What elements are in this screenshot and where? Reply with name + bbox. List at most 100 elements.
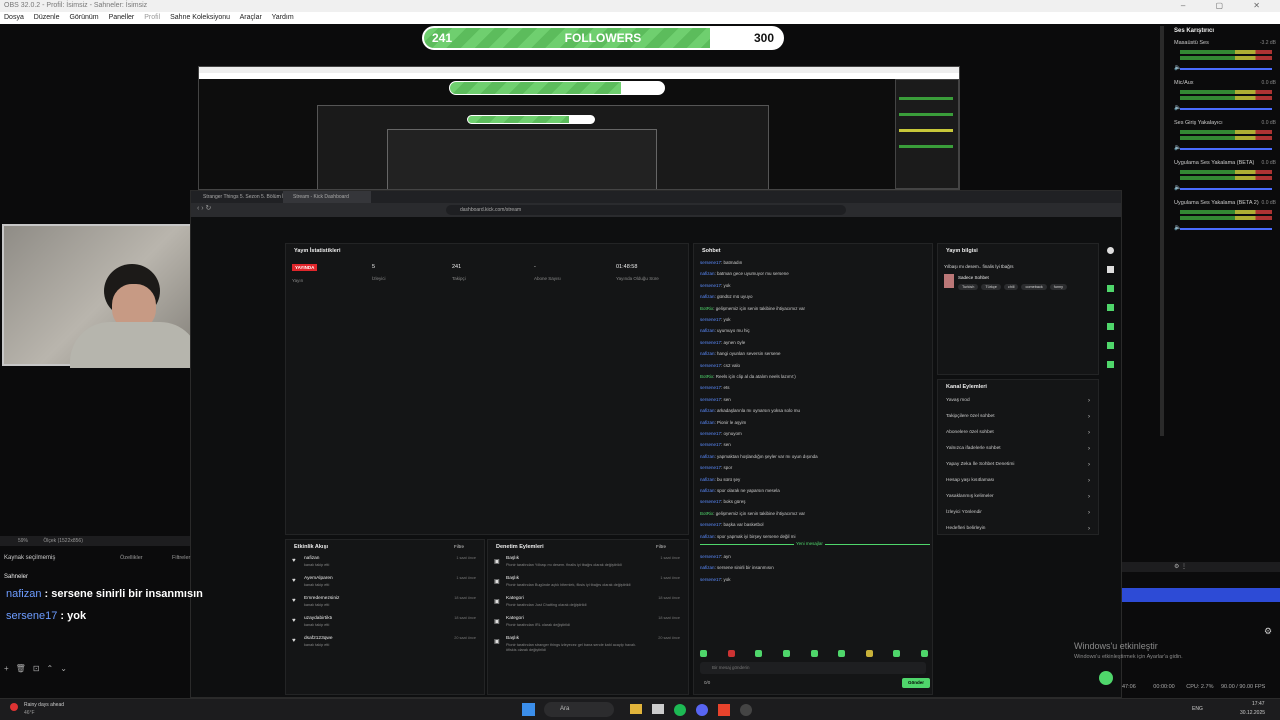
taskbar-search[interactable]: Ara xyxy=(544,702,614,717)
chat-username[interactable]: nafizan xyxy=(700,328,715,333)
chat-username[interactable]: sersene17 xyxy=(700,431,721,436)
rail-icon[interactable] xyxy=(1106,304,1114,311)
zoom-level[interactable]: 59% xyxy=(18,538,28,544)
rail-icon[interactable] xyxy=(1106,285,1114,292)
chat-username[interactable]: nafizan xyxy=(700,477,715,482)
rail-icon[interactable] xyxy=(1106,247,1114,254)
chat-username[interactable]: sersene17 xyxy=(700,283,721,288)
chat-username[interactable]: nafizan xyxy=(700,408,715,413)
channel-action-item[interactable]: İzleyici Yönlendir xyxy=(946,510,982,515)
chat-bubble-icon[interactable] xyxy=(1099,671,1113,685)
chat-username[interactable]: BotRix xyxy=(700,374,713,379)
chat-username[interactable]: sersene17 xyxy=(700,317,721,322)
chat-username[interactable]: nafizan xyxy=(700,454,715,459)
menu-help[interactable]: Yardım xyxy=(272,14,294,21)
menu-file[interactable]: Dosya xyxy=(4,14,24,21)
chat-username[interactable]: sersene17 xyxy=(700,577,721,582)
settings-gear-icon[interactable]: ⚙ xyxy=(1264,626,1272,637)
chat-username[interactable]: nafizan xyxy=(700,488,715,493)
dock-toolbar-icons[interactable]: ⚙ ⋮ xyxy=(1122,562,1280,572)
chat-username[interactable]: sersene17 xyxy=(700,499,721,504)
tag[interactable]: funny xyxy=(1049,284,1068,290)
chat-username[interactable]: nafizan xyxy=(700,565,715,570)
language-indicator[interactable]: ENG xyxy=(1192,706,1203,712)
menu-profile[interactable]: Profil xyxy=(144,14,160,21)
chevron-right-icon: › xyxy=(1088,462,1090,468)
url-input[interactable]: dashboard.kick.com/stream xyxy=(446,205,846,215)
channel-action-item[interactable]: Takipçilere özel sohbet xyxy=(946,414,995,419)
chevron-right-icon: › xyxy=(1088,446,1090,452)
tag[interactable]: comeback xyxy=(1021,284,1047,290)
chat-username[interactable]: nafizan xyxy=(700,534,715,539)
obs-icon[interactable] xyxy=(740,704,752,716)
volume-slider[interactable] xyxy=(1180,68,1272,70)
channel-action-item[interactable]: Hedefleri belirleyin xyxy=(946,526,985,531)
chat-username[interactable]: sersene17 xyxy=(700,554,721,559)
chat-username[interactable]: sersene17 xyxy=(700,385,721,390)
properties-button[interactable]: Özellikler xyxy=(120,552,143,564)
follower-goal-current: 241 xyxy=(432,31,453,45)
menu-edit[interactable]: Düzenle xyxy=(34,14,60,21)
clock-date[interactable]: 30.12.2025 xyxy=(1240,710,1265,716)
chat-username[interactable]: sersene17 xyxy=(700,442,721,447)
chat-send-button[interactable]: Gönder xyxy=(902,678,930,688)
tag[interactable]: Türkçe xyxy=(981,284,1001,290)
chat-username[interactable]: nafizan xyxy=(700,420,715,425)
tag[interactable]: chill xyxy=(1003,284,1019,290)
menu-scene-collection[interactable]: Sahne Koleksiyonu xyxy=(170,14,230,21)
menu-docks[interactable]: Paneller xyxy=(109,14,135,21)
chat-username[interactable]: sersene17 xyxy=(700,465,721,470)
spotify-icon[interactable] xyxy=(674,704,686,716)
channel-action-item[interactable]: Yasaklanmış kelimeler xyxy=(946,494,994,499)
clock-time[interactable]: 17:47 xyxy=(1252,701,1265,707)
tab-kick-dashboard[interactable]: Stream - Kick Dashboard xyxy=(283,191,371,203)
activity-filter-button[interactable]: Filtre xyxy=(454,544,464,549)
volume-slider[interactable] xyxy=(1180,228,1272,230)
window-controls[interactable]: – ▢ ✕ xyxy=(1181,0,1274,12)
chat-username[interactable]: sersene17 xyxy=(700,397,721,402)
menu-view[interactable]: Görünüm xyxy=(69,14,98,21)
mixer-scrollbar[interactable] xyxy=(1160,26,1164,436)
filters-button[interactable]: Filtreler xyxy=(172,552,190,564)
brave-icon[interactable] xyxy=(718,704,730,716)
channel-action-item[interactable]: Yapay Zeka İle Sohbet Denetimi xyxy=(946,462,1014,467)
menu-tools[interactable]: Araçlar xyxy=(240,14,262,21)
volume-slider[interactable] xyxy=(1180,188,1272,190)
discord-icon[interactable] xyxy=(696,704,708,716)
chevron-right-icon: › xyxy=(1088,430,1090,436)
tag[interactable]: Turkish xyxy=(958,284,979,290)
chat-username[interactable]: nafizan xyxy=(700,351,715,356)
rail-icon[interactable] xyxy=(1106,266,1114,273)
channel-action-item[interactable]: Yavaş mod xyxy=(946,398,970,403)
chat-username[interactable]: sersene17 xyxy=(700,522,721,527)
tab-stranger-things[interactable]: Stranger Things 5. Sezon 5. Bölüm İz xyxy=(203,191,286,203)
chat-message-input[interactable]: Bir mesaj gönderin xyxy=(700,662,926,674)
volume-slider[interactable] xyxy=(1180,108,1272,110)
rail-icon[interactable] xyxy=(1106,323,1114,330)
chat-username[interactable]: nafizan xyxy=(700,271,715,276)
weather-icon[interactable] xyxy=(10,703,18,711)
scene-controls[interactable]: +🗑⊡⌃⌄ xyxy=(4,664,74,673)
rail-icon[interactable] xyxy=(1106,361,1114,368)
chat-username[interactable]: sersene17 xyxy=(700,340,721,345)
volume-slider[interactable] xyxy=(1180,148,1272,150)
chat-text: : gelişmemiz için senin takibine ihtiyac… xyxy=(713,305,806,311)
app-icon[interactable] xyxy=(652,704,664,714)
nav-buttons[interactable]: ‹ › ↻ xyxy=(197,204,211,212)
chat-message: sersene17: cs2 valo xyxy=(700,363,740,368)
folder-icon[interactable] xyxy=(630,704,642,714)
channel-action-item[interactable]: Hesap yaşı kısıtlaması xyxy=(946,478,994,483)
chat-username[interactable]: nafizan xyxy=(700,294,715,299)
rail-icon[interactable] xyxy=(1106,342,1114,349)
chat-username[interactable]: BotRix xyxy=(700,306,713,311)
emote-bar[interactable] xyxy=(700,650,928,658)
moderation-filter-button[interactable]: Filtre xyxy=(656,544,666,549)
chat-username[interactable]: sersene17 xyxy=(700,260,721,265)
controls-active-row[interactable] xyxy=(1122,588,1280,602)
channel-action-item[interactable]: Abonelere özel sohbet xyxy=(946,430,994,435)
chat-username[interactable]: sersene17 xyxy=(700,363,721,368)
chat-username[interactable]: BotRix xyxy=(700,511,713,516)
start-icon[interactable] xyxy=(522,703,535,716)
preview-zoom-bar: 59% Ölçek (1522x856) xyxy=(0,536,190,546)
channel-action-item[interactable]: Yalnızca ifadelerle sohbet xyxy=(946,446,1001,451)
